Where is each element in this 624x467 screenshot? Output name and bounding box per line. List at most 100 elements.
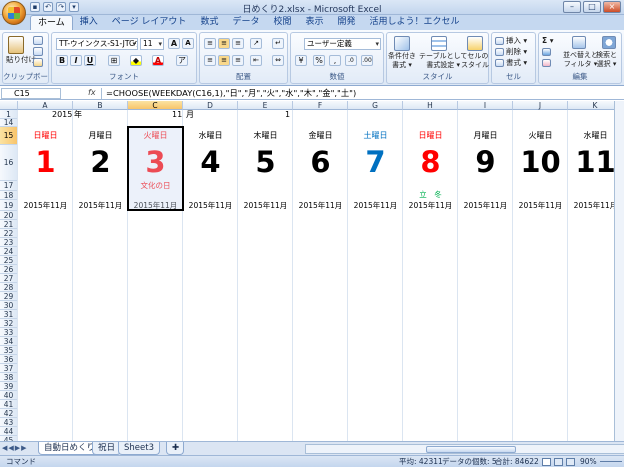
row-header-34[interactable]: 34 <box>0 337 18 346</box>
fill-icon[interactable] <box>542 48 551 56</box>
fill-color-icon[interactable]: ◆ <box>130 55 142 66</box>
copy-icon[interactable] <box>33 47 43 56</box>
fx-icon[interactable]: fx <box>88 88 96 97</box>
row-header-41[interactable]: 41 <box>0 400 18 409</box>
sort-filter-button[interactable]: 並べ替えと フィルタ ▾ <box>563 51 598 69</box>
find-select-button[interactable]: 検索と 選択 ▾ <box>596 51 617 69</box>
font-size-select[interactable]: 11 <box>140 38 164 50</box>
cell-styles-button[interactable]: セルの スタイル ▾ <box>461 52 495 70</box>
align-middle-icon[interactable]: ≡ <box>218 38 230 49</box>
bold-icon[interactable]: B <box>56 55 68 66</box>
align-bottom-icon[interactable]: ≡ <box>232 38 244 49</box>
row-header-31[interactable]: 31 <box>0 310 18 319</box>
row-header-37[interactable]: 37 <box>0 364 18 373</box>
format-painter-icon[interactable] <box>33 58 43 67</box>
horizontal-scrollbar[interactable] <box>305 444 624 454</box>
formula-input[interactable]: =CHOOSE(WEEKDAY(C16,1),"日","月","火","水","… <box>101 88 622 99</box>
format-cells-button[interactable]: 書式 ▾ <box>506 58 527 67</box>
shrink-font-icon[interactable]: A <box>182 38 194 49</box>
row-header-43[interactable]: 43 <box>0 418 18 427</box>
row-header-33[interactable]: 33 <box>0 328 18 337</box>
column-header-C[interactable]: C <box>128 101 183 110</box>
column-header-E[interactable]: E <box>238 101 293 110</box>
row-header-17[interactable]: 17 <box>0 181 18 191</box>
row-header-39[interactable]: 39 <box>0 382 18 391</box>
row-header-26[interactable]: 26 <box>0 265 18 274</box>
align-top-icon[interactable]: ≡ <box>204 38 216 49</box>
column-header-H[interactable]: H <box>403 101 458 110</box>
autosum-button[interactable]: Σ ▾ <box>542 36 554 45</box>
row-header-16[interactable]: 16 <box>0 145 18 181</box>
font-name-select[interactable]: TT-ウインクス-S1-JTCウイ <box>56 38 138 50</box>
column-header-G[interactable]: G <box>348 101 403 110</box>
prev-sheet-icon[interactable]: ◀ <box>8 444 13 452</box>
row-header-20[interactable]: 20 <box>0 211 18 220</box>
last-sheet-icon[interactable]: ▶ <box>21 444 26 452</box>
decrease-indent-icon[interactable]: ⇤ <box>250 55 262 66</box>
page-break-view-icon[interactable] <box>566 458 575 466</box>
currency-icon[interactable]: ¥ <box>295 55 307 66</box>
cell-styles-icon[interactable] <box>467 36 483 51</box>
row-header-24[interactable]: 24 <box>0 247 18 256</box>
sort-filter-icon[interactable] <box>572 36 586 49</box>
clear-icon[interactable] <box>542 59 551 67</box>
column-header-F[interactable]: F <box>293 101 348 110</box>
ribbon-tab-7[interactable]: 開発 <box>331 15 363 30</box>
column-header-A[interactable]: A <box>18 101 73 110</box>
ribbon-tab-0[interactable]: ホーム <box>30 15 73 30</box>
zoom-slider[interactable] <box>600 461 622 462</box>
ribbon-tab-8[interactable]: 活用しよう！エクセル <box>363 15 467 30</box>
ribbon-tab-6[interactable]: 表示 <box>298 15 330 30</box>
percent-icon[interactable]: % <box>313 55 325 66</box>
column-header-J[interactable]: J <box>513 101 568 110</box>
zoom-level[interactable]: 90% <box>580 456 597 467</box>
row-header-35[interactable]: 35 <box>0 346 18 355</box>
format-as-table-icon[interactable] <box>431 36 447 51</box>
find-select-icon[interactable] <box>602 36 616 49</box>
paste-button[interactable]: 貼り付け <box>6 55 36 64</box>
row-header-29[interactable]: 29 <box>0 292 18 301</box>
decrease-decimal-icon[interactable]: .00 <box>361 55 373 66</box>
italic-icon[interactable]: I <box>70 55 82 66</box>
align-right-icon[interactable]: ≡ <box>232 55 244 66</box>
column-header-I[interactable]: I <box>458 101 513 110</box>
ribbon-tab-4[interactable]: データ <box>225 15 266 30</box>
sheet-tab-sheet3[interactable]: Sheet3 <box>118 442 160 455</box>
grow-font-icon[interactable]: A <box>168 38 180 49</box>
next-sheet-icon[interactable]: ▶ <box>15 444 20 452</box>
page-layout-view-icon[interactable] <box>554 458 563 466</box>
column-header-D[interactable]: D <box>183 101 238 110</box>
row-header-44[interactable]: 44 <box>0 427 18 436</box>
wrap-text-icon[interactable]: ↵ <box>272 38 284 49</box>
select-all-corner[interactable] <box>0 101 18 110</box>
conditional-format-button[interactable]: 条件付き 書式 ▾ <box>388 52 416 70</box>
ribbon-tab-3[interactable]: 数式 <box>193 15 225 30</box>
comma-icon[interactable]: , <box>329 55 341 66</box>
row-header-32[interactable]: 32 <box>0 319 18 328</box>
maximize-button[interactable]: □ <box>583 1 601 13</box>
row-header-27[interactable]: 27 <box>0 274 18 283</box>
paste-icon[interactable] <box>8 36 24 54</box>
name-box[interactable]: C15 <box>1 88 61 99</box>
row-header-38[interactable]: 38 <box>0 373 18 382</box>
ribbon-tab-5[interactable]: 校閲 <box>266 15 298 30</box>
row-header-15[interactable]: 15 <box>0 127 18 145</box>
ribbon-tab-1[interactable]: 挿入 <box>73 15 105 30</box>
office-button[interactable] <box>2 1 26 25</box>
number-format-select[interactable]: ユーザー定義 <box>304 38 381 50</box>
orientation-icon[interactable]: ↗ <box>250 38 262 49</box>
vertical-scrollbar[interactable] <box>614 101 624 441</box>
merge-center-icon[interactable]: ⇔ <box>272 55 284 66</box>
insert-cells-icon[interactable] <box>495 37 504 45</box>
column-header-B[interactable]: B <box>73 101 128 110</box>
align-left-icon[interactable]: ≡ <box>204 55 216 66</box>
border-icon[interactable]: ⊞ <box>108 55 120 66</box>
delete-cells-button[interactable]: 削除 ▾ <box>506 47 527 56</box>
conditional-format-icon[interactable] <box>394 36 410 51</box>
minimize-button[interactable]: – <box>563 1 581 13</box>
sheet-tab-holidays[interactable]: 祝日 <box>92 442 122 455</box>
row-header-42[interactable]: 42 <box>0 409 18 418</box>
row-header-21[interactable]: 21 <box>0 220 18 229</box>
row-header-36[interactable]: 36 <box>0 355 18 364</box>
row-header-40[interactable]: 40 <box>0 391 18 400</box>
